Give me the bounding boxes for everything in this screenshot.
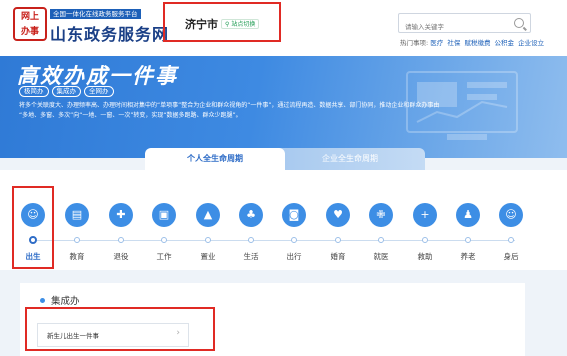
platform-tag: 全国一体化在线政务服务平台 bbox=[50, 9, 141, 19]
hot-link-social-security[interactable]: 社保 bbox=[447, 39, 460, 47]
memorial-icon: ☺ bbox=[499, 203, 523, 227]
stage-dot bbox=[508, 237, 514, 243]
stage-dot bbox=[422, 237, 428, 243]
banner-description-line2: “多地、多窗、多次”向“一地、一窗、一次”转变，实现“数据多跑路、群众少跑腿”。 bbox=[19, 112, 242, 119]
city-switch-button[interactable]: ⚲ 站点切换 bbox=[221, 19, 260, 29]
stage-label: 出行 bbox=[286, 252, 302, 261]
heart-icon: ♥ bbox=[326, 203, 350, 227]
stage-work[interactable]: ▣ 工作 bbox=[149, 203, 179, 265]
stage-label: 养老 bbox=[460, 252, 476, 261]
plus-icon: + bbox=[413, 203, 437, 227]
stage-label: 救助 bbox=[417, 252, 433, 261]
stage-dot bbox=[74, 237, 80, 243]
stage-education[interactable]: ▤ 教育 bbox=[62, 203, 92, 265]
medical-icon: ✙ bbox=[369, 203, 393, 227]
stage-dot bbox=[205, 237, 211, 243]
stage-label: 就医 bbox=[373, 252, 389, 261]
stage-assistance[interactable]: + 救助 bbox=[410, 203, 440, 265]
stage-marriage[interactable]: ♥ 婚育 bbox=[323, 203, 353, 265]
stage-dot bbox=[335, 237, 341, 243]
stage-label: 工作 bbox=[156, 252, 172, 261]
elder-icon: ♟ bbox=[456, 203, 480, 227]
hot-link-company-setup[interactable]: 企业设立 bbox=[518, 39, 544, 47]
city-selector-highlight: 济宁市 ⚲ 站点切换 bbox=[163, 2, 281, 42]
building-icon: ▲ bbox=[196, 203, 220, 227]
search-icon[interactable] bbox=[514, 18, 524, 28]
stage-label: 教育 bbox=[69, 252, 85, 261]
logo-seal-text: 网上 办事 bbox=[20, 12, 39, 37]
stage-dot bbox=[465, 237, 471, 243]
stage-label: 置业 bbox=[200, 252, 216, 261]
tab-personal-lifecycle[interactable]: 个人全生命周期 bbox=[145, 148, 285, 170]
site-title[interactable]: 山东政务服务网 bbox=[50, 21, 169, 45]
stage-dot bbox=[291, 237, 297, 243]
hero-banner: 高效办成一件事 极简办 集成办 全网办 将多个关联度大、办理频率高、办理时间相对… bbox=[0, 56, 567, 158]
stage-veteran[interactable]: ✚ 退役 bbox=[106, 203, 136, 265]
stage-birth-highlight bbox=[12, 186, 54, 269]
hot-link-medical[interactable]: 医疗 bbox=[430, 39, 443, 47]
group-title: 集成办 bbox=[40, 293, 80, 307]
stage-label: 身后 bbox=[503, 252, 519, 261]
service-item-highlight bbox=[25, 307, 215, 351]
stage-dot bbox=[161, 237, 167, 243]
search-box bbox=[398, 13, 531, 36]
hot-label: 热门事项: bbox=[400, 39, 429, 47]
book-icon: ▤ bbox=[65, 203, 89, 227]
site-logo-seal[interactable]: 网上 办事 bbox=[13, 7, 47, 41]
stage-posthumous[interactable]: ☺ 身后 bbox=[496, 203, 526, 265]
hot-links: 热门事项: 医疗 社保 赋税缴费 公积金 企业设立 bbox=[400, 37, 546, 47]
stage-dot bbox=[378, 237, 384, 243]
pill-simple[interactable]: 极简办 bbox=[19, 86, 49, 97]
stage-label: 退役 bbox=[113, 252, 129, 261]
stage-elderly[interactable]: ♟ 养老 bbox=[453, 203, 483, 265]
site-header: 网上 办事 全国一体化在线政务服务平台 山东政务服务网 济宁市 ⚲ 站点切换 热… bbox=[0, 0, 567, 56]
stage-dot bbox=[118, 237, 124, 243]
hot-link-tax[interactable]: 赋税缴费 bbox=[464, 39, 490, 47]
plant-icon: ♣ bbox=[239, 203, 263, 227]
shield-icon: ✚ bbox=[109, 203, 133, 227]
banner-description-line1: 将多个关联度大、办理频率高、办理时间相对集中的“单项事”整合为企业和群众视角的“… bbox=[19, 102, 440, 109]
stage-property[interactable]: ▲ 置业 bbox=[193, 203, 223, 265]
search-input[interactable] bbox=[399, 18, 509, 36]
city-name: 济宁市 bbox=[185, 18, 218, 31]
lifecycle-tabs: 企业全生命周期 个人全生命周期 bbox=[145, 148, 425, 170]
stage-travel[interactable]: ◙ 出行 bbox=[279, 203, 309, 265]
city-switch-label: 站点切换 bbox=[231, 21, 256, 28]
stage-dot bbox=[248, 237, 254, 243]
pill-integrated[interactable]: 集成办 bbox=[51, 86, 81, 97]
banner-description: 将多个关联度大、办理频率高、办理时间相对集中的“单项事”整合为企业和群众视角的“… bbox=[19, 101, 519, 121]
hot-link-housing-fund[interactable]: 公积金 bbox=[495, 39, 515, 47]
briefcase-icon: ▣ bbox=[152, 203, 176, 227]
page: 网上 办事 全国一体化在线政务服务平台 山东政务服务网 济宁市 ⚲ 站点切换 热… bbox=[0, 0, 567, 356]
stage-label: 生活 bbox=[243, 252, 259, 261]
stage-medical[interactable]: ✙ 就医 bbox=[366, 203, 396, 265]
banner-pills: 极简办 集成办 全网办 bbox=[19, 86, 114, 97]
stage-life[interactable]: ♣ 生活 bbox=[236, 203, 266, 265]
tab-enterprise-lifecycle[interactable]: 企业全生命周期 bbox=[275, 148, 425, 170]
stage-label: 婚育 bbox=[330, 252, 346, 261]
car-icon: ◙ bbox=[282, 203, 306, 227]
pill-online[interactable]: 全网办 bbox=[84, 86, 114, 97]
